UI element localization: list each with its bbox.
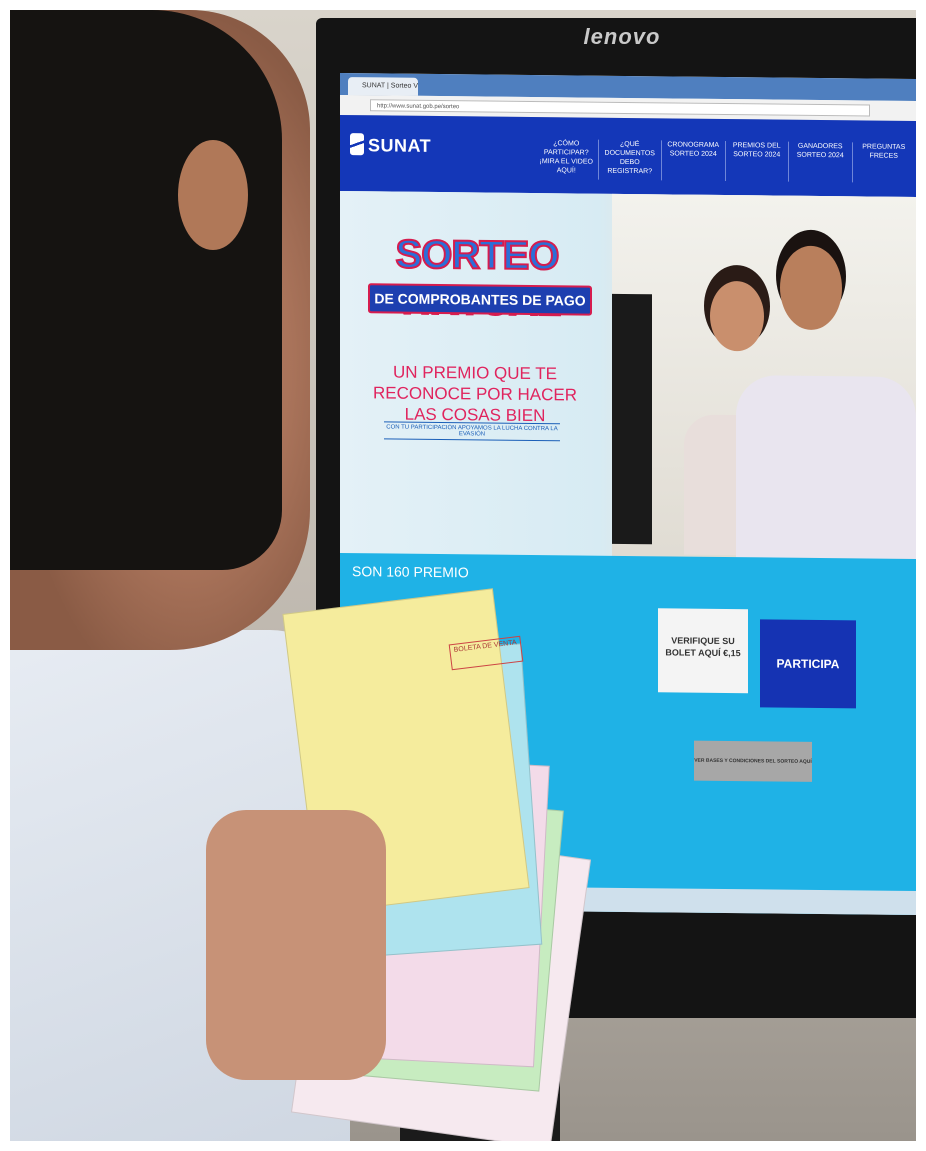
browser-tab[interactable]: SUNAT | Sorteo Virtual [348, 77, 418, 96]
sunat-logo[interactable]: SUNAT [350, 133, 431, 157]
woman-head [710, 280, 764, 352]
person-hand [206, 810, 386, 1080]
hero-tagline: UN PREMIO QUE TE RECONOCE POR HACER LAS … [372, 362, 578, 426]
hero-banner: SORTEO VIRTUAL DE COMPROBANTES DE PAGO U… [340, 190, 916, 560]
nav-cronograma[interactable]: CRONOGRAMA SORTEO 2024 [661, 140, 725, 182]
sorteo-logo: SORTEO VIRTUAL DE COMPROBANTES DE PAGO [364, 231, 592, 337]
site-header: SUNAT ¿CÓMO PARTICIPAR? ¡MIRA EL VIDEO A… [340, 114, 916, 198]
photo: lenovo SUNAT | Sorteo Virtual http://www… [10, 10, 916, 1141]
man-figure [736, 375, 916, 560]
man-head [780, 245, 842, 331]
nav-premios[interactable]: PREMIOS DEL SORTEO 2024 [724, 141, 788, 182]
verify-button[interactable]: VERIFIQUE SU BOLET AQUÍ €,15 [658, 608, 748, 694]
person-hair [10, 10, 282, 570]
sorteo-subtitle: DE COMPROBANTES DE PAGO [368, 283, 592, 316]
nav-ganadores[interactable]: GANADORES SORTEO 2024 [788, 141, 852, 183]
hero-monitor-shape [612, 293, 652, 545]
nav-que-documentos[interactable]: ¿QUÉ DOCUMENTOS DEBO REGISTRAR? [597, 139, 661, 181]
sunat-logo-icon [350, 133, 364, 156]
premios-text: SON 160 PREMIO [352, 563, 469, 581]
participa-button[interactable]: PARTICIPA [760, 619, 856, 709]
monitor-brand: lenovo [583, 24, 661, 49]
nav-preguntas[interactable]: PREGUNTAS FRECES [851, 142, 915, 183]
main-nav: ¿CÓMO PARTICIPAR? ¡MIRA EL VIDEO AQUÍ! ¿… [535, 139, 915, 183]
logo-text: SUNAT [368, 135, 432, 156]
bases-button[interactable]: VER BASES Y CONDICIONES DEL SORTEO AQUÍ [694, 740, 812, 782]
person-ear [178, 140, 248, 250]
nav-como-participar[interactable]: ¿CÓMO PARTICIPAR? ¡MIRA EL VIDEO AQUÍ! [535, 139, 598, 180]
hero-subtagline: CON TU PARTICIPACIÓN APOYAMOS LA LUCHA C… [384, 421, 560, 442]
url-field[interactable]: http://www.sunat.gob.pe/sorteo [370, 99, 870, 117]
